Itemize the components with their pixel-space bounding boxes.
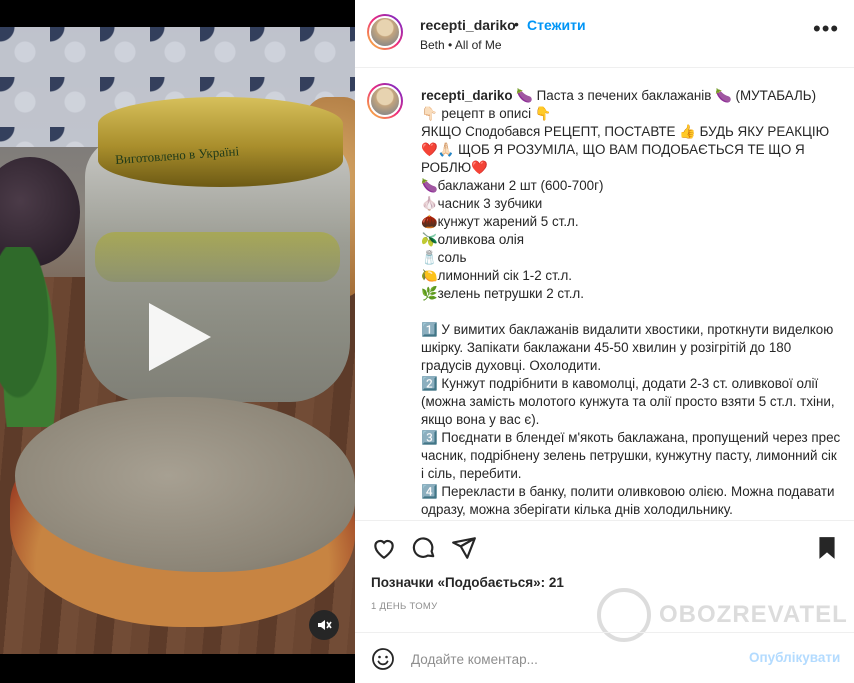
comment-input[interactable]	[411, 648, 731, 670]
post-header: recepti_dariko • Стежити Beth • All of M…	[355, 0, 854, 68]
heart-icon[interactable]	[371, 535, 397, 561]
more-options-icon[interactable]: •••	[813, 18, 839, 40]
comment-icon[interactable]	[411, 535, 437, 561]
caption-text: 🍆 Паста з печених баклажанів 🍆 (МУТАБАЛЬ…	[421, 88, 841, 517]
likes-count[interactable]: Позначки «Подобається»: 21	[371, 575, 564, 590]
emoji-icon[interactable]	[371, 647, 395, 671]
separator-dot: •	[514, 16, 519, 32]
post-media[interactable]: Виготовлено в Україні	[0, 0, 355, 683]
avatar[interactable]	[367, 14, 403, 50]
publish-button[interactable]: Опублікувати	[749, 650, 840, 665]
audio-track[interactable]: Beth • All of Me	[420, 38, 502, 52]
follow-button[interactable]: Стежити	[527, 17, 586, 33]
parsley	[0, 247, 60, 427]
header-username[interactable]: recepti_dariko	[420, 17, 516, 33]
caption-username[interactable]: recepti_dariko	[421, 88, 513, 103]
watermark-text: OBOZREVATEL	[659, 601, 848, 628]
caption: recepti_dariko 🍆 Паста з печених баклажа…	[421, 87, 841, 519]
play-icon[interactable]	[149, 303, 211, 371]
bookmark-icon[interactable]	[814, 535, 840, 561]
muted-speaker-icon[interactable]	[309, 610, 339, 640]
post-date[interactable]: 1 ДЕНЬ ТОМУ	[371, 601, 437, 612]
caption-scroll-area[interactable]: recepti_dariko 🍆 Паста з печених баклажа…	[355, 69, 854, 520]
caption-avatar[interactable]	[367, 83, 403, 119]
action-bar	[355, 520, 854, 572]
olive-oil-layer	[95, 232, 340, 282]
post-side-panel: recepti_dariko • Стежити Beth • All of M…	[355, 0, 854, 683]
send-icon[interactable]	[451, 535, 477, 561]
comment-bar: Опублікувати	[355, 632, 854, 683]
